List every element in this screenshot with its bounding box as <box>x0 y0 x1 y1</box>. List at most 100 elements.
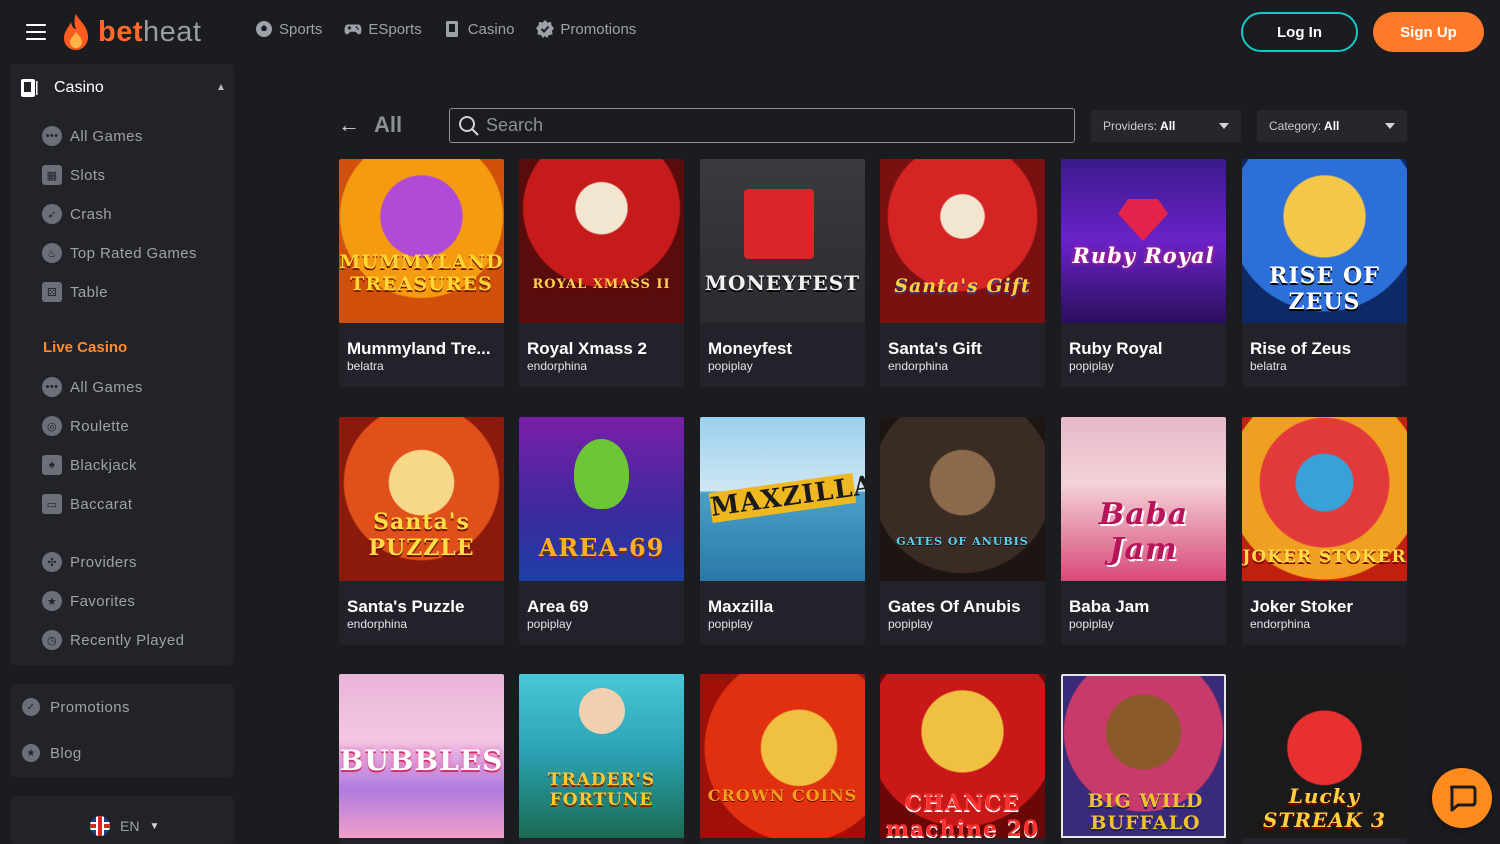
game-card[interactable]: Santa's PUZZLE Santa's Puzzle endorphina <box>339 417 504 645</box>
game-card[interactable]: MONEYFEST Moneyfest popiplay <box>700 159 865 387</box>
game-provider: popiplay <box>527 617 572 631</box>
game-title: Mummyland Tre... <box>347 339 491 358</box>
slot-machine-icon: ▦ <box>42 165 62 185</box>
game-card[interactable]: ROYAL XMASS II Royal Xmass 2 endorphina <box>519 159 684 387</box>
sidebar-item-crash[interactable]: ➶ Crash <box>42 204 112 224</box>
nav-promotions[interactable]: Promotions <box>536 20 636 38</box>
game-provider: endorphina <box>888 359 949 373</box>
sidebar-item-label: Baccarat <box>70 495 133 513</box>
game-art-text: TRADER'S FORTUNE <box>547 770 656 810</box>
game-thumbnail: Ruby Royal <box>1061 159 1226 323</box>
badge-check-icon <box>536 20 555 38</box>
star-icon: ★ <box>42 591 62 611</box>
category-label: Category: <box>1269 119 1322 133</box>
menu-icon[interactable] <box>26 24 46 40</box>
game-card[interactable]: MUMMYLAND TREASURES Mummyland Tre... bel… <box>339 159 504 387</box>
game-card[interactable]: Ruby Royal Ruby Royal popiplay <box>1061 159 1226 387</box>
sidebar-item-providers[interactable]: ✣ Providers <box>42 552 137 572</box>
sidebar-item-favorites[interactable]: ★ Favorites <box>42 591 135 611</box>
game-title: Baba Jam <box>1069 597 1150 616</box>
nav-esports[interactable]: ESports <box>344 20 422 38</box>
roulette-icon: ◎ <box>42 416 62 436</box>
game-art-text: Santa's PUZZLE <box>368 509 475 561</box>
providers-dropdown[interactable]: Providers: All <box>1091 110 1241 142</box>
nav-promotions-label: Promotions <box>560 20 637 38</box>
game-provider: popiplay <box>708 359 753 373</box>
search-input[interactable] <box>486 115 1074 136</box>
game-art-text: GATES OF ANUBIS <box>896 535 1029 548</box>
game-card[interactable]: Baba Jam Baba Jam popiplay <box>1061 417 1226 645</box>
cards-icon: ♠ <box>42 455 62 475</box>
game-card[interactable]: CROWN COINS <box>700 674 865 844</box>
game-card[interactable]: GATES OF ANUBIS Gates Of Anubis popiplay <box>880 417 1045 645</box>
providers-label: Providers: <box>1103 119 1158 133</box>
game-card[interactable]: MAXZILLA Maxzilla popiplay <box>700 417 865 645</box>
sidebar-item-baccarat[interactable]: ▭ Baccarat <box>42 494 132 514</box>
nav-sports[interactable]: Sports <box>255 20 322 38</box>
game-art-text: BUBBLES <box>339 744 504 777</box>
game-thumbnail: TRADER'S FORTUNE <box>519 674 684 838</box>
game-card[interactable]: RISE OF ZEUS Rise of Zeus belatra <box>1242 159 1407 387</box>
game-thumbnail: AREA-69 <box>519 417 684 581</box>
sidebar-item-blog[interactable]: ★ Blog <box>22 744 82 762</box>
sidebar-item-label: Providers <box>70 553 137 571</box>
dots-icon: ••• <box>42 377 62 397</box>
sidebar-item-slots[interactable]: ▦ Slots <box>42 165 105 185</box>
sidebar-item-recently-played[interactable]: ◷ Recently Played <box>42 630 184 650</box>
sidebar-item-label: Recently Played <box>70 631 185 649</box>
game-card[interactable]: AREA-69 Area 69 popiplay <box>519 417 684 645</box>
cards-icon <box>21 79 38 97</box>
game-card[interactable]: TRADER'S FORTUNE <box>519 674 684 844</box>
game-thumbnail: Santa's PUZZLE <box>339 417 504 581</box>
trader-graphic <box>579 688 625 734</box>
game-card[interactable]: Santa's Gift Santa's Gift endorphina <box>880 159 1045 387</box>
game-card[interactable]: BUBBLES <box>339 674 504 844</box>
badge-check-icon: ✓ <box>22 698 40 716</box>
login-button[interactable]: Log In <box>1241 12 1358 52</box>
game-art-text: RISE OF ZEUS <box>1269 263 1380 315</box>
flame-icon: ♨ <box>42 243 62 263</box>
game-art-text: Ruby Royal <box>1072 243 1215 268</box>
game-thumbnail: RISE OF ZEUS <box>1242 159 1407 323</box>
sidebar-item-promotions[interactable]: ✓ Promotions <box>22 698 130 716</box>
sidebar-item-roulette[interactable]: ◎ Roulette <box>42 416 129 436</box>
sidebar-item-table[interactable]: ⚄ Table <box>42 282 108 302</box>
game-card[interactable]: BIG WILD BUFFALO <box>1061 674 1226 844</box>
game-provider: belatra <box>1250 359 1287 373</box>
sidebar-casino-label: Casino <box>54 79 104 96</box>
sidebar-casino-header[interactable]: Casino ▲ <box>20 78 226 98</box>
game-card[interactable]: JOKER STOKER Joker Stoker endorphina <box>1242 417 1407 645</box>
game-provider: belatra <box>347 359 384 373</box>
sidebar-item-blackjack[interactable]: ♠ Blackjack <box>42 455 137 475</box>
sidebar-item-live-all-games[interactable]: ••• All Games <box>42 377 143 397</box>
language-selector[interactable]: EN ▼ <box>90 816 159 836</box>
sidebar-item-label: All Games <box>70 378 143 396</box>
sidebar-item-label: Blog <box>50 744 82 762</box>
game-card[interactable]: CHANCE machine 20 <box>880 674 1045 844</box>
logo-part2: heat <box>143 15 202 48</box>
game-card[interactable]: Lucky STREAK 3 <box>1242 674 1407 844</box>
game-provider: endorphina <box>527 359 588 373</box>
nav-casino-label: Casino <box>467 20 515 38</box>
back-arrow-icon[interactable]: ← <box>338 114 360 136</box>
category-dropdown[interactable]: Category: All <box>1257 110 1407 142</box>
game-thumbnail: BUBBLES <box>339 674 504 838</box>
game-art-text: CHANCE machine 20 <box>885 790 1040 838</box>
game-art-text: Lucky STREAK 3 <box>1263 784 1386 832</box>
game-thumbnail: BIG WILD BUFFALO <box>1061 674 1226 838</box>
search-box[interactable] <box>449 108 1075 143</box>
nav-casino[interactable]: Casino <box>444 20 515 38</box>
sidebar-item-all-games[interactable]: ••• All Games <box>42 126 143 146</box>
chat-button[interactable] <box>1432 768 1492 828</box>
clock-icon: ◷ <box>42 630 62 650</box>
sidebar-item-top-rated[interactable]: ♨ Top Rated Games <box>42 243 197 263</box>
signup-button[interactable]: Sign Up <box>1373 12 1484 52</box>
logo-part1: bet <box>98 15 143 48</box>
logo[interactable]: betheat <box>60 12 201 52</box>
game-art-text: ROYAL XMASS II <box>532 277 671 292</box>
game-thumbnail: Santa's Gift <box>880 159 1045 323</box>
chevron-up-icon[interactable]: ▲ <box>216 82 226 93</box>
providers-value: All <box>1160 119 1176 133</box>
grid-icon: ✣ <box>42 552 62 572</box>
live-casino-heading[interactable]: Live Casino <box>43 339 127 356</box>
